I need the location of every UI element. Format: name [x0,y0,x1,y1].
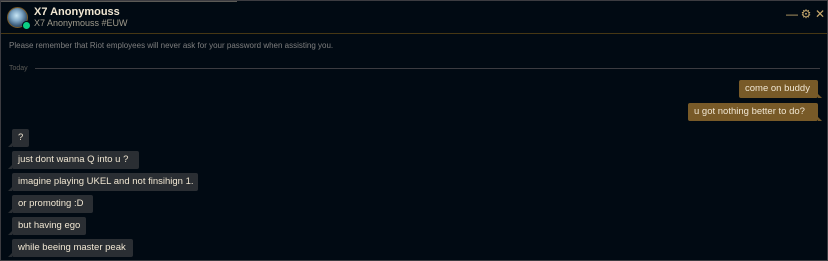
day-separator-line [35,68,820,69]
message-bubble-sent[interactable]: u got nothing better to do? [688,103,822,121]
day-separator-label: Today [9,65,28,72]
message-bubble-received[interactable]: but having ego [8,217,86,235]
message-bubble-received[interactable]: just dont wanna Q into u ? [8,151,139,169]
chat-header: X7 Anonymouss X7 Anonymouss #EUW — ⚙ ✕ [1,1,827,34]
message-bubble-received[interactable]: or promoting :D [8,195,93,213]
chat-window: X7 Anonymouss X7 Anonymouss #EUW — ⚙ ✕ P… [0,0,828,261]
security-notice: Please remember that Riot employees will… [9,41,334,50]
friend-tag: X7 Anonymouss #EUW [34,18,128,28]
header-divider [1,1,237,2]
close-icon[interactable]: ✕ [814,7,826,21]
online-status-icon [22,21,31,30]
gear-icon[interactable]: ⚙ [800,7,812,21]
message-bubble-received[interactable]: imagine playing UKEL and not finsihign 1… [8,173,198,191]
message-bubble-received[interactable]: ? [8,129,29,147]
friend-name: X7 Anonymouss [34,6,120,18]
message-bubble-received[interactable]: while beeing master peak [8,239,133,257]
message-bubble-sent[interactable]: come on buddy [739,80,822,98]
minimize-icon[interactable]: — [786,7,798,21]
day-separator: Today [9,64,820,74]
